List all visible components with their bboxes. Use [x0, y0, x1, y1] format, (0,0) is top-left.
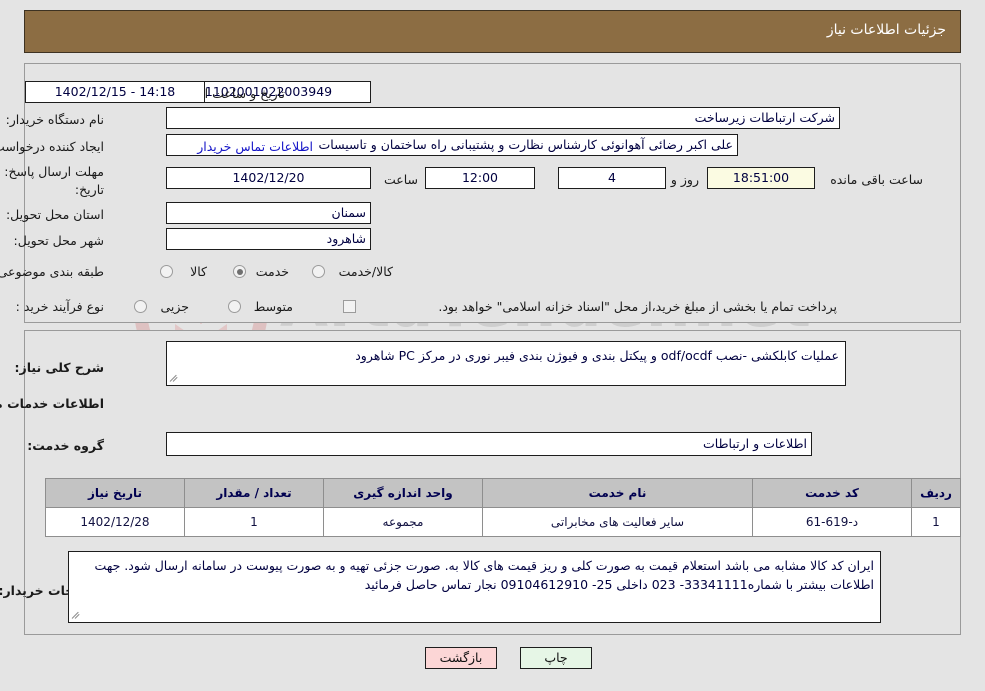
table-header-row: ردیف کد خدمت نام خدمت واحد اندازه گیری ت… [45, 478, 961, 508]
cell-code: د-619-61 [752, 507, 912, 537]
province-value: سمنان [166, 202, 371, 224]
th-date: تاریخ نیاز [45, 478, 185, 508]
page-title: جزئیات اطلاعات نیاز [826, 22, 946, 38]
deadline-date-value: 1402/12/20 [166, 167, 371, 189]
process-option-jozii-label: جزیی [160, 299, 189, 314]
resize-grip-icon[interactable] [169, 372, 181, 384]
process-label: نوع فرآیند خرید : [15, 299, 104, 314]
resize-grip-icon-notes[interactable] [71, 609, 83, 621]
buyer-org-label: نام دستگاه خریدار: [5, 112, 104, 127]
page-root: ArtaTender.net جزئیات اطلاعات نیاز شماره… [0, 0, 985, 691]
buyer-notes-value: ایران کد کالا مشابه می باشد استعلام قیمت… [94, 558, 874, 592]
process-radio-motavaset[interactable] [228, 300, 241, 313]
province-label: استان محل تحویل: [5, 207, 104, 222]
treasury-documents-checkbox[interactable] [343, 300, 356, 313]
general-description-label: شرح کلی نیاز: [14, 360, 104, 375]
buyer-org-value: شرکت ارتباطات زیرساخت [166, 107, 840, 129]
general-description-value: عملیات کابلکشی -نصب odf/ocdf و پیکتل بند… [355, 348, 839, 363]
cell-unit: مجموعه [323, 507, 483, 537]
cell-name: سایر فعالیت های مخابراتی [482, 507, 753, 537]
th-unit: واحد اندازه گیری [323, 478, 483, 508]
buyer-notes-textarea[interactable]: ایران کد کالا مشابه می باشد استعلام قیمت… [68, 551, 881, 623]
deadline-hour-label: ساعت [383, 172, 418, 187]
treasury-documents-label: پرداخت تمام یا بخشی از مبلغ خرید،از محل … [438, 299, 837, 314]
category-radio-khedmat[interactable] [233, 265, 246, 278]
process-option-motavaset-label: متوسط [253, 299, 293, 314]
cell-row: 1 [911, 507, 961, 537]
remaining-days-label: روز و [670, 172, 699, 187]
th-code: کد خدمت [752, 478, 912, 508]
table-row: 1 د-619-61 سایر فعالیت های مخابراتی مجمو… [45, 507, 961, 537]
category-radio-kala[interactable] [160, 265, 173, 278]
city-value: شاهرود [166, 228, 371, 250]
deadline-label-line1: مهلت ارسال پاسخ: تا [0, 164, 104, 179]
category-radio-kala-khedmat[interactable] [312, 265, 325, 278]
cell-date: 1402/12/28 [45, 507, 185, 537]
deadline-hour-value: 12:00 [425, 167, 535, 189]
category-option-khedmat-label: خدمت [255, 264, 289, 279]
window-titlebar: جزئیات اطلاعات نیاز [24, 10, 961, 53]
remaining-time-label: ساعت باقی مانده [830, 172, 923, 187]
th-name: نام خدمت [482, 478, 753, 508]
service-group-value: اطلاعات و ارتباطات [166, 432, 812, 456]
category-option-kala-khedmat-label: کالا/خدمت [338, 264, 393, 279]
service-group-label: گروه خدمت: [27, 438, 104, 453]
back-button[interactable]: بازگشت [425, 647, 497, 669]
creator-label: ایجاد کننده درخواست: [0, 139, 104, 154]
services-section-title: اطلاعات خدمات مورد نیاز [0, 396, 104, 411]
general-description-textarea[interactable]: عملیات کابلکشی -نصب odf/ocdf و پیکتل بند… [166, 341, 846, 386]
remaining-days-value: 4 [558, 167, 666, 189]
cell-qty: 1 [184, 507, 324, 537]
th-row: ردیف [911, 478, 961, 508]
services-table: ردیف کد خدمت نام خدمت واحد اندازه گیری ت… [45, 478, 961, 537]
process-radio-jozii[interactable] [134, 300, 147, 313]
deadline-label-line2: تاریخ: [74, 182, 104, 197]
th-qty: تعداد / مقدار [184, 478, 324, 508]
city-label: شهر محل تحویل: [13, 233, 104, 248]
buyer-contact-link[interactable]: اطلاعات تماس خریدار [197, 139, 313, 154]
category-option-kala-label: کالا [190, 264, 207, 279]
print-button[interactable]: چاپ [520, 647, 592, 669]
category-label: طبقه بندی موضوعی: [0, 264, 104, 279]
public-announcement-value: 14:18 - 1402/12/15 [25, 81, 205, 103]
remaining-time-value: 18:51:00 [707, 167, 815, 189]
